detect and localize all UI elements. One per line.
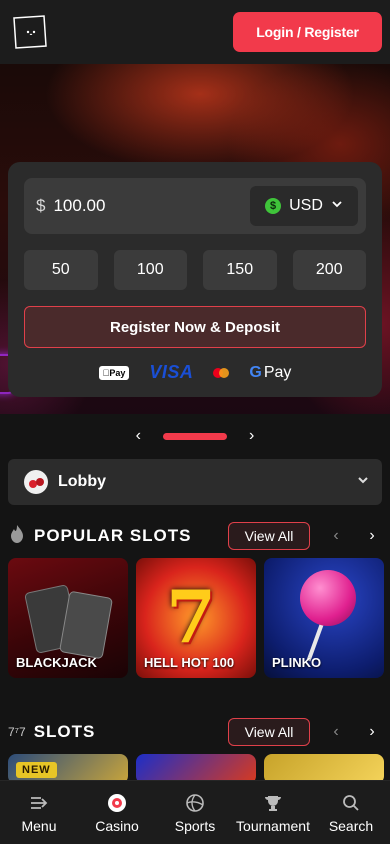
popular-games-row: BLACKJACK 7 HELL HOT 100 PLINKO [8,558,384,678]
popular-slots-header: POPULAR SLOTS View All ‹ › [8,521,382,551]
chevron-right-icon[interactable]: › [249,427,254,445]
casino-icon [106,792,128,814]
quick-amounts: 50 100 150 200 [24,250,366,290]
mastercard-icon [213,367,230,378]
nav-item-tournament[interactable]: Tournament [235,792,311,834]
search-icon [340,792,362,814]
nav-item-search[interactable]: Search [313,792,389,834]
chevron-right-icon[interactable]: › [362,527,382,545]
view-all-button[interactable]: View All [228,522,310,550]
bottom-navigation: Menu Casino Sports Tournament Search [0,780,390,844]
chevron-left-icon[interactable]: ‹ [326,723,346,741]
trophy-icon [262,792,284,814]
chevron-left-icon[interactable]: ‹ [136,427,141,445]
game-title: BLACKJACK [16,655,97,670]
slider-indicator[interactable] [163,432,227,440]
currency-symbol: $ [36,196,46,215]
section-title: SLOTS [33,722,96,741]
volleyball-icon [184,792,206,814]
currency-label: USD [289,197,323,214]
dollar-coin-icon: $ [265,198,282,214]
lobby-dropdown[interactable]: Lobby [8,459,382,505]
register-deposit-button[interactable]: Register Now & Deposit [24,306,366,348]
game-card[interactable]: PLINKO [264,558,384,678]
deposit-card: $ 100.00 $ USD 50 100 150 200 Register N… [8,162,382,397]
chevron-down-icon [356,473,370,492]
quick-amount-button[interactable]: 100 [113,250,187,290]
box-logo-icon[interactable] [8,10,52,54]
new-badge: NEW [16,762,57,778]
quick-amount-button[interactable]: 200 [292,250,366,290]
nav-item-casino[interactable]: Casino [79,792,155,834]
game-card[interactable]: BLACKJACK [8,558,128,678]
payment-methods: Pay VISA GPay [24,362,366,383]
google-pay-icon: G Pay [246,363,291,381]
chevron-down-icon [331,197,343,215]
menu-arrow-icon [28,792,50,814]
quick-amount-button[interactable]: 150 [203,250,277,290]
amount-field[interactable]: $ 100.00 $ USD [24,178,366,234]
slots-777-icon: 7⁷7 [8,725,26,739]
nav-item-sports[interactable]: Sports [157,792,233,834]
chevron-left-icon[interactable]: ‹ [326,527,346,545]
chevron-right-icon[interactable]: › [362,723,382,741]
game-title: PLINKO [272,655,322,670]
section-title: POPULAR SLOTS [34,526,192,545]
login-register-button[interactable]: Login / Register [233,12,382,52]
app-header: Login / Register [0,0,390,64]
flame-icon [8,524,26,549]
view-all-button[interactable]: View All [228,718,310,746]
lobby-label: Lobby [58,473,106,490]
game-card[interactable]: 7 HELL HOT 100 [136,558,256,678]
game-title: HELL HOT 100 [144,655,235,670]
nav-item-menu[interactable]: Menu [1,792,77,834]
currency-select[interactable]: $ USD [250,186,358,226]
banner-slider-controls: ‹ › [0,427,390,445]
amount-value[interactable]: 100.00 [53,196,105,216]
visa-icon: VISA [145,362,193,382]
cherry-icon [24,470,48,494]
slots-header: 7⁷7 SLOTS View All ‹ › [8,717,382,747]
apple-pay-icon: Pay [98,365,130,380]
quick-amount-button[interactable]: 50 [24,250,98,290]
